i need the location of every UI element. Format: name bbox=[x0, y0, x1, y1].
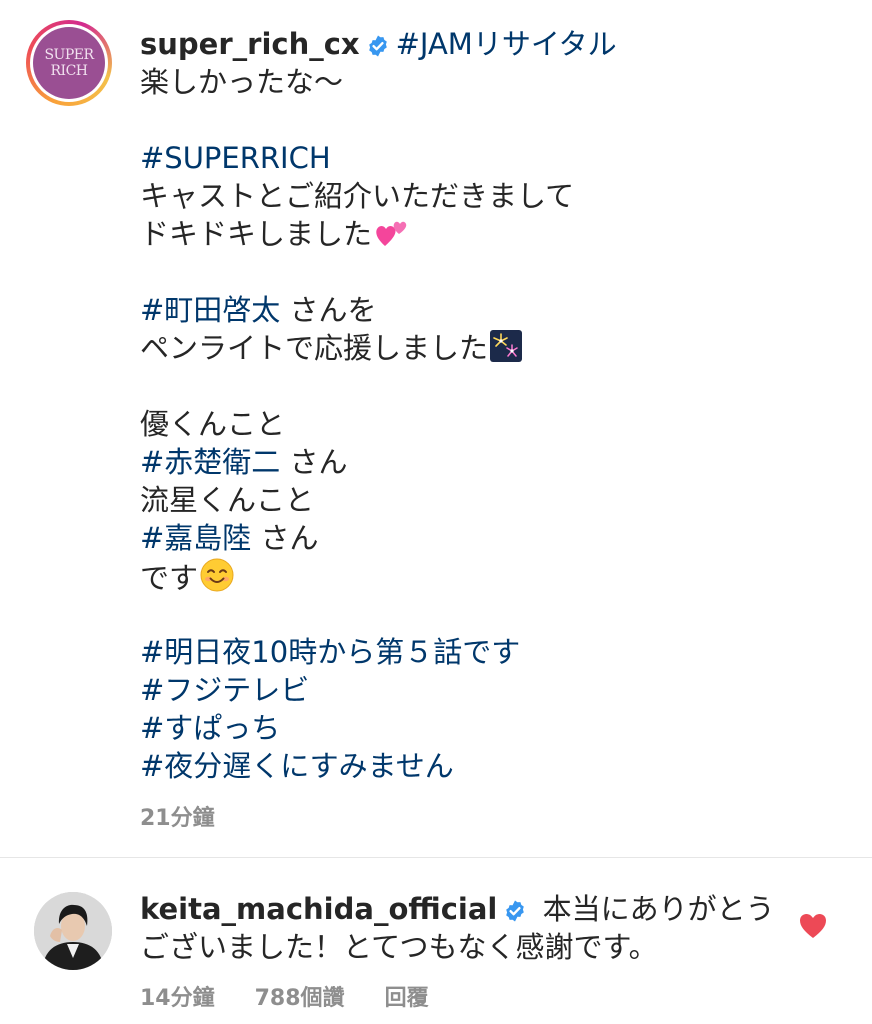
post-caption: super_rich_cx #JAMリサイタル 楽しかったな〜 #SUPERRIC… bbox=[140, 25, 850, 785]
hashtag-kashima-riku[interactable]: #嘉島陸 bbox=[140, 521, 251, 555]
hashtag-late-night[interactable]: #夜分遅くにすみません bbox=[140, 749, 454, 783]
caption-text: さんを bbox=[280, 293, 377, 327]
hashtag-machida-keita[interactable]: #町田啓太 bbox=[140, 293, 280, 327]
caption-line: #明日夜10時から第５話です bbox=[140, 633, 850, 671]
caption-line: #SUPERRICH bbox=[140, 139, 850, 177]
caption-line: #すぱっち bbox=[140, 709, 850, 747]
reply-button[interactable]: 回覆 bbox=[385, 986, 429, 1011]
logo-text-super: SUPER bbox=[44, 47, 94, 63]
verified-badge-icon bbox=[366, 29, 390, 67]
comment-line: ございました！とてつもなく感謝です。 bbox=[140, 930, 658, 964]
caption-text: ドキドキしました bbox=[140, 217, 373, 251]
comment-username[interactable]: keita_machida_official bbox=[140, 892, 497, 926]
caption-line: 楽しかったな〜 bbox=[140, 65, 344, 99]
caption-line: 流星くんこと bbox=[140, 483, 315, 517]
hashtag-episode-5[interactable]: #明日夜10時から第５話です bbox=[140, 635, 520, 669]
caption-line: #夜分遅くにすみません bbox=[140, 747, 850, 785]
verified-badge-icon bbox=[503, 894, 527, 932]
caption-text: さん bbox=[251, 521, 319, 555]
avatar-story-ring-gap: SUPER RICH bbox=[30, 24, 108, 102]
caption-text: です bbox=[140, 561, 199, 595]
comment-body: 本当にありがとう bbox=[533, 892, 775, 926]
post-author-avatar[interactable]: SUPER RICH bbox=[26, 20, 112, 106]
commenter-avatar[interactable] bbox=[34, 892, 112, 970]
caption-line: #赤楚衛二 さん bbox=[140, 443, 850, 481]
caption-line: キャストとご紹介いただきまして bbox=[140, 179, 575, 213]
comment-line: keita_machida_official 本当にありがとう bbox=[140, 890, 780, 928]
fireworks-emoji bbox=[489, 329, 523, 372]
caption-line: ペンライトで応援しました bbox=[140, 329, 850, 367]
caption-line: #フジテレビ bbox=[140, 671, 850, 709]
heart-icon[interactable] bbox=[798, 912, 828, 940]
comment-meta: 14分鐘 788個讚 回覆 bbox=[140, 980, 469, 1012]
hashtag-superrich[interactable]: #SUPERRICH bbox=[140, 141, 331, 175]
post-username[interactable]: super_rich_cx bbox=[140, 27, 360, 61]
hashtag-supacchi[interactable]: #すぱっち bbox=[140, 711, 280, 745]
hashtag-akaso-eiji[interactable]: #赤楚衛二 bbox=[140, 445, 280, 479]
caption-line: #嘉島陸 さん bbox=[140, 519, 850, 557]
super-rich-logo: SUPER RICH bbox=[33, 27, 105, 99]
logo-text-rich: RICH bbox=[50, 63, 89, 79]
comment-timestamp: 14分鐘 bbox=[140, 986, 215, 1011]
smiling-face-emoji bbox=[199, 557, 235, 602]
caption-line: 優くんこと bbox=[140, 407, 286, 441]
hashtag-jam-recital[interactable]: #JAMリサイタル bbox=[396, 27, 617, 61]
caption-text: ペンライトで応援しました bbox=[140, 331, 489, 365]
post-timestamp: 21分鐘 bbox=[140, 806, 215, 831]
caption-line: #町田啓太 さんを bbox=[140, 291, 850, 329]
comment-text: keita_machida_official 本当にありがとう ございました！と… bbox=[140, 890, 780, 966]
caption-line: ドキドキしました bbox=[140, 215, 850, 253]
caption-line: です bbox=[140, 557, 850, 595]
divider bbox=[0, 857, 872, 858]
comment-likes-count[interactable]: 788個讚 bbox=[255, 986, 345, 1011]
caption-text: さん bbox=[280, 445, 348, 479]
two-hearts-emoji bbox=[373, 217, 411, 258]
hashtag-fuji-tv[interactable]: #フジテレビ bbox=[140, 673, 309, 707]
caption-header-line: super_rich_cx #JAMリサイタル bbox=[140, 25, 850, 63]
